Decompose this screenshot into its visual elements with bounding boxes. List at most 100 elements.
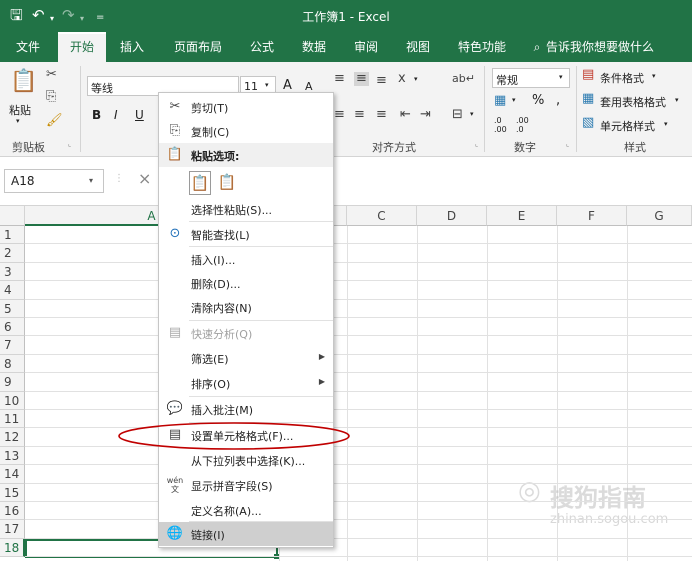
row-header-5[interactable]: 5 (0, 299, 25, 318)
cell-styles-button[interactable]: 单元格样式 (600, 118, 655, 134)
decrease-decimal-button[interactable]: .00 .0 (516, 116, 538, 134)
column-header-g[interactable]: G (627, 206, 692, 226)
tab-insert[interactable]: 插入 (112, 32, 152, 62)
cell-styles-dropdown-icon[interactable]: ▾ (664, 120, 668, 128)
column-header-d[interactable]: D (417, 206, 487, 226)
font-size-dropdown-icon[interactable]: ▾ (265, 81, 269, 89)
search-icon[interactable]: ⌕ (528, 32, 546, 62)
tab-view[interactable]: 视图 (398, 32, 438, 62)
row-header-15[interactable]: 15 (0, 483, 25, 502)
menu-item-delete[interactable]: 删除(D)... (159, 271, 333, 295)
align-middle-icon[interactable]: ≡ (354, 72, 369, 86)
menu-item-filter[interactable]: 筛选(E) ▶ (159, 346, 333, 370)
menu-item-insert[interactable]: 插入(I)... (159, 247, 333, 271)
alignment-launcher-icon[interactable]: ⌞ (475, 140, 478, 148)
tab-features[interactable]: 特色功能 (452, 32, 512, 62)
conditional-formatting-button[interactable]: 条件格式 (600, 70, 644, 86)
row-header-2[interactable]: 2 (0, 244, 25, 263)
row-header-13[interactable]: 13 (0, 446, 25, 466)
row-header-3[interactable]: 3 (0, 262, 25, 282)
worksheet-grid[interactable]: A B C D E F G ◎ 搜狗指南 zhinan.sogou.com 12… (0, 206, 692, 561)
menu-item-clear-contents[interactable]: 清除内容(N) (159, 295, 333, 319)
menu-item-smart-lookup[interactable]: ⊙ 智能查找(L) (159, 222, 333, 246)
number-launcher-icon[interactable]: ⌞ (566, 140, 569, 148)
decrease-indent-icon[interactable]: ⇤ (400, 108, 411, 122)
menu-item-label: 选择性粘贴(S)... (191, 204, 273, 217)
conditional-dropdown-icon[interactable]: ▾ (652, 72, 656, 80)
merge-dropdown-icon[interactable]: ▾ (470, 110, 474, 118)
number-format-dropdown-icon[interactable]: ▾ (559, 73, 563, 81)
orientation-icon[interactable]: ⅹ (398, 72, 406, 86)
menu-item-link[interactable]: 🌐 链接(I) (159, 522, 333, 546)
italic-button[interactable]: I (114, 108, 118, 122)
paste-values-icon[interactable]: 📋 (217, 171, 237, 193)
row-header-7[interactable]: 7 (0, 336, 25, 355)
format-as-table-icon[interactable]: ▦ (582, 92, 594, 106)
name-box[interactable]: A18 ▾ (4, 169, 104, 193)
name-box-dropdown-icon[interactable]: ▾ (89, 176, 93, 185)
row-header-18[interactable]: 18 (0, 538, 25, 558)
copy-icon[interactable]: ⎘ (46, 90, 56, 104)
row-header-10[interactable]: 10 (0, 391, 25, 410)
conditional-formatting-icon[interactable]: ▤ (582, 68, 594, 82)
clipboard-launcher-icon[interactable]: ⌞ (68, 140, 71, 148)
row-header-14[interactable]: 14 (0, 465, 25, 484)
tell-me-search[interactable]: 告诉我你想要做什么 (546, 32, 666, 62)
number-format-combobox[interactable]: 常规 ▾ (492, 68, 570, 88)
paste-button-label[interactable]: 粘贴 (9, 102, 31, 118)
accounting-format-icon[interactable]: ▦ (494, 94, 506, 108)
bold-button[interactable]: B (92, 108, 101, 122)
tab-formulas[interactable]: 公式 (242, 32, 282, 62)
align-center-icon[interactable]: ≡ (354, 108, 365, 122)
underline-button[interactable]: U (135, 108, 144, 122)
align-right-icon[interactable]: ≡ (376, 108, 387, 122)
column-header-c[interactable]: C (347, 206, 417, 226)
menu-item-cut[interactable]: ✂ 剪切(T) (159, 95, 333, 119)
orientation-dropdown-icon[interactable]: ▾ (414, 75, 418, 83)
align-left-icon[interactable]: ≡ (334, 108, 345, 122)
format-painter-icon[interactable]: 🖌 (46, 114, 63, 128)
tab-file[interactable]: 文件 (0, 32, 56, 62)
format-as-table-button[interactable]: 套用表格格式 (600, 94, 666, 110)
row-header-16[interactable]: 16 (0, 502, 25, 521)
menu-item-paste-special[interactable]: 选择性粘贴(S)... (159, 197, 333, 221)
row-header-11[interactable]: 11 (0, 410, 25, 429)
column-header-f[interactable]: F (557, 206, 627, 226)
cancel-entry-icon[interactable]: × (138, 169, 158, 193)
tab-data[interactable]: 数据 (294, 32, 334, 62)
format-as-table-dropdown-icon[interactable]: ▾ (675, 96, 679, 104)
menu-item-show-phonetic[interactable]: wén 文 显示拼音字段(S) (159, 473, 333, 497)
menu-item-define-name[interactable]: 定义名称(A)... (159, 498, 333, 522)
menu-item-copy[interactable]: ⎘ 复制(C) (159, 119, 333, 143)
increase-indent-icon[interactable]: ⇥ (420, 108, 431, 122)
row-header-9[interactable]: 9 (0, 373, 25, 392)
align-top-icon[interactable]: ≡ (334, 72, 345, 86)
tab-page-layout[interactable]: 页面布局 (168, 32, 228, 62)
merge-center-icon[interactable]: ⊟ (452, 108, 463, 122)
row-header-12[interactable]: 12 (0, 428, 25, 447)
row-header-17[interactable]: 17 (0, 520, 25, 539)
percent-style-button[interactable]: % (532, 93, 544, 108)
row-header-4[interactable]: 4 (0, 281, 25, 300)
row-header-8[interactable]: 8 (0, 354, 25, 374)
cut-icon[interactable]: ✂ (46, 68, 57, 82)
cell-styles-icon[interactable]: ▧ (582, 116, 594, 130)
tab-review[interactable]: 审阅 (346, 32, 386, 62)
paste-keep-format-icon[interactable]: 📋 (189, 171, 211, 195)
menu-item-insert-comment[interactable]: 💬 插入批注(M) (159, 397, 333, 421)
column-header-e[interactable]: E (487, 206, 557, 226)
align-bottom-icon[interactable]: ≡ (376, 74, 387, 88)
increase-decimal-button[interactable]: .0 .00 (494, 116, 516, 134)
paste-icon[interactable]: 📋 (10, 70, 37, 94)
paste-dropdown-icon[interactable]: ▾ (16, 117, 20, 125)
row-header-1[interactable]: 1 (0, 226, 25, 245)
tab-home[interactable]: 开始 (58, 32, 106, 62)
grow-font-icon[interactable]: A (283, 78, 292, 93)
menu-item-sort[interactable]: 排序(O) ▶ (159, 371, 333, 395)
wrap-text-icon[interactable]: ab↵ (452, 72, 475, 86)
ribbon-separator (484, 66, 485, 152)
select-all-corner[interactable] (0, 206, 25, 226)
row-header-6[interactable]: 6 (0, 318, 25, 337)
accounting-dropdown-icon[interactable]: ▾ (512, 96, 516, 104)
comma-style-button[interactable]: , (556, 93, 560, 108)
